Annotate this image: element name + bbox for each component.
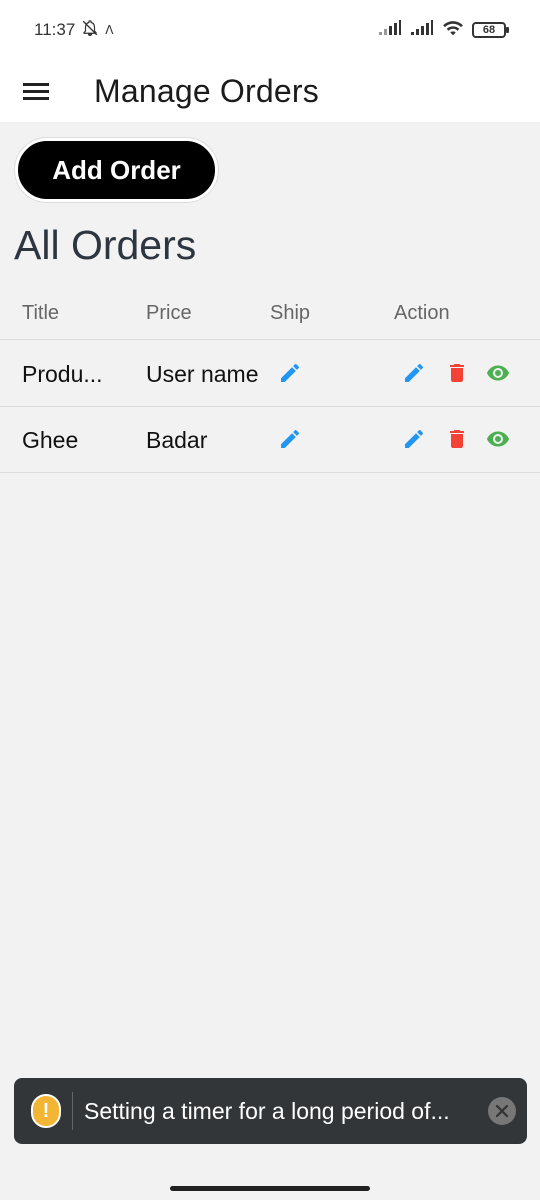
delete-icon[interactable] [445,427,469,451]
bell-off-icon [81,19,99,42]
status-time: 11:37 [34,20,76,39]
column-header-price: Price [146,302,192,324]
view-icon[interactable] [485,361,509,385]
column-header-title: Title [22,302,60,324]
wifi-icon [442,19,464,42]
battery-icon: 68 [472,22,509,38]
column-header-action: Action [394,302,450,324]
app-bar: Manage Orders [0,60,540,122]
delete-icon[interactable] [445,361,469,385]
view-icon[interactable] [485,427,509,451]
close-icon[interactable] [488,1097,516,1125]
home-indicator[interactable] [170,1186,370,1191]
menu-icon[interactable] [0,60,72,122]
row-price: Badar [146,427,208,453]
row-title: Produ... [22,361,103,387]
toast-message: Setting a timer for a long period of... [84,1097,450,1124]
section-title: All Orders [14,222,197,268]
row-price: User name [146,361,259,387]
table-header: Title Price Ship Action [0,288,540,340]
status-bar: 11:37 ᐱ 68 [0,0,540,60]
table-row: Produ... User name [0,341,540,407]
table-row: Ghee Badar [0,407,540,473]
column-header-ship: Ship [270,302,311,324]
edit-icon[interactable] [402,427,426,451]
ship-edit-icon[interactable] [278,427,302,451]
add-order-button[interactable]: Add Order [15,138,218,202]
row-title: Ghee [22,427,79,453]
status-left: 11:37 ᐱ [34,19,114,42]
warning-icon: ! [31,1094,61,1128]
ship-edit-icon[interactable] [278,361,302,385]
notification-icon: ᐱ [105,23,114,37]
signal-icon-2 [410,19,434,41]
edit-icon[interactable] [402,361,426,385]
signal-icon [378,19,402,41]
page-title: Manage Orders [94,72,319,109]
status-right: 68 [378,19,509,42]
warning-toast[interactable]: ! Setting a timer for a long period of..… [14,1078,527,1144]
toast-divider [72,1092,73,1130]
